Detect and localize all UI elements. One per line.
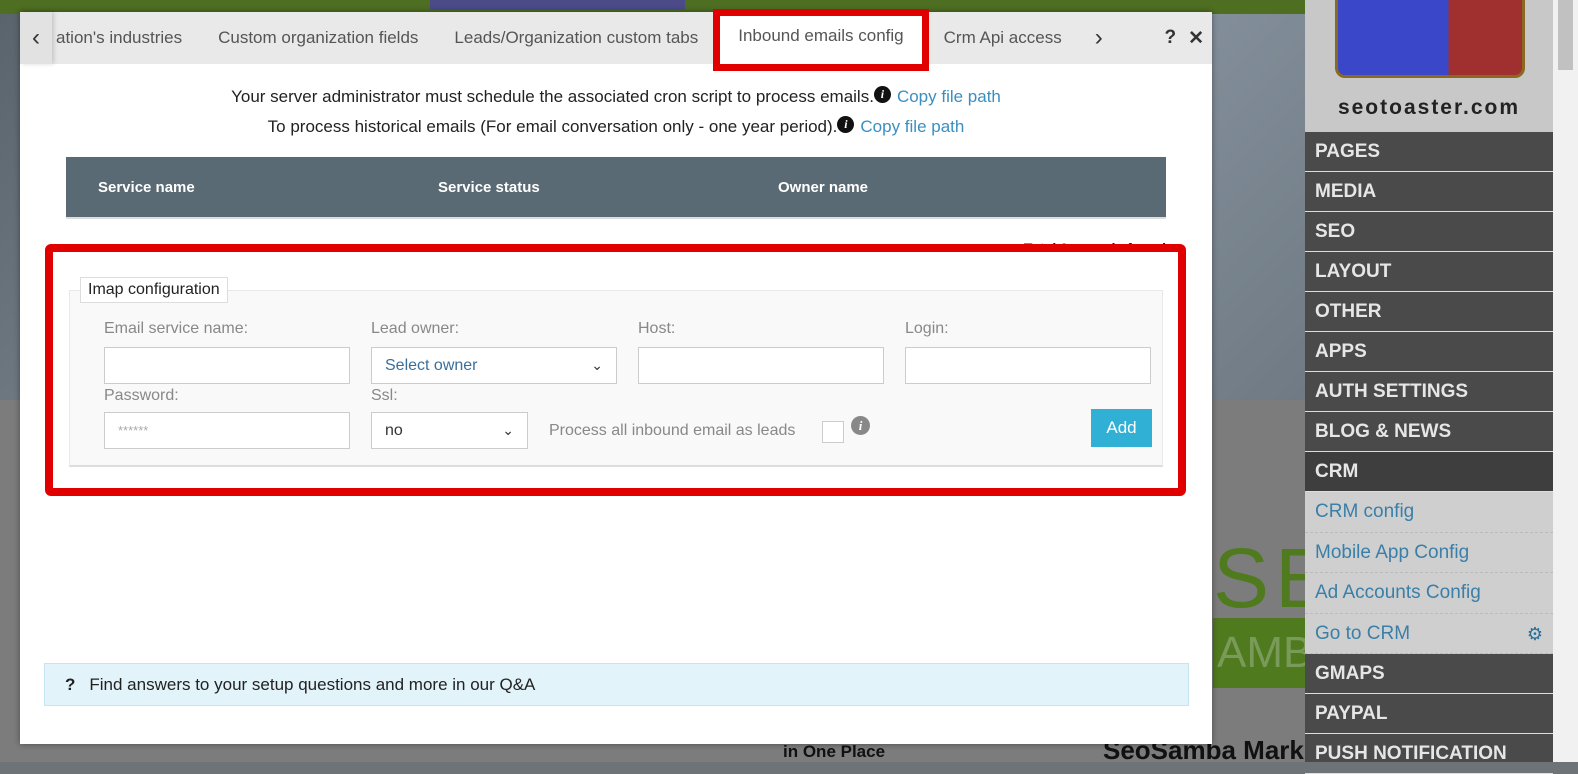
sidebar-sub-go-to-crm[interactable]: Go to CRM ⚙ bbox=[1305, 613, 1553, 654]
help-icon[interactable]: ? bbox=[1164, 27, 1176, 49]
lead-owner-value: Select owner bbox=[385, 356, 478, 374]
historical-info-text: To process historical emails (For email … bbox=[267, 117, 838, 136]
tab-custom-organization-fields[interactable]: Custom organization fields bbox=[200, 12, 436, 64]
chevron-down-icon: ⌄ bbox=[502, 422, 514, 438]
host-label: Host: bbox=[638, 320, 676, 337]
sidebar-sub-crm-config[interactable]: CRM config bbox=[1305, 492, 1553, 533]
info-icon[interactable]: i bbox=[851, 416, 870, 435]
add-button[interactable]: Add bbox=[1091, 409, 1152, 447]
tab-crm-api-access[interactable]: Crm Api access bbox=[926, 12, 1080, 64]
services-table-header: Service name Service status Owner name bbox=[66, 157, 1166, 219]
ssl-select[interactable]: no ⌄ bbox=[371, 412, 528, 449]
tab-organization-industries[interactable]: ation's industries bbox=[52, 12, 200, 64]
sidebar-item-apps[interactable]: APPS bbox=[1305, 332, 1553, 372]
host-input[interactable] bbox=[638, 347, 884, 384]
question-icon: ? bbox=[65, 674, 76, 694]
sidebar-sub-ad-accounts-config[interactable]: Ad Accounts Config bbox=[1305, 573, 1553, 614]
imap-configuration-fieldset: Imap configuration Email service name: L… bbox=[69, 277, 1163, 467]
seotoaster-logo[interactable]: seotoaster.com bbox=[1305, 0, 1553, 132]
imap-legend: Imap configuration bbox=[80, 277, 228, 303]
sidebar-item-media[interactable]: MEDIA bbox=[1305, 172, 1553, 212]
sidebar-item-layout[interactable]: LAYOUT bbox=[1305, 252, 1553, 292]
page-scrollbar[interactable] bbox=[1553, 0, 1578, 762]
process-as-leads-checkbox[interactable] bbox=[822, 421, 844, 443]
sidebar-item-crm[interactable]: CRM bbox=[1305, 452, 1553, 492]
info-icon[interactable]: i bbox=[873, 86, 891, 103]
sidebar-item-gmaps[interactable]: GMAPS bbox=[1305, 654, 1553, 694]
tabs-scroll-right-icon[interactable]: › bbox=[1080, 12, 1118, 64]
sidebar-item-pages[interactable]: PAGES bbox=[1305, 132, 1553, 172]
login-input[interactable] bbox=[905, 347, 1151, 384]
crm-config-modal: ‹ ation's industries Custom organization… bbox=[20, 9, 1212, 744]
lead-owner-label: Lead owner: bbox=[371, 320, 460, 337]
admin-sidebar: seotoaster.com PAGES MEDIA SEO LAYOUT OT… bbox=[1305, 0, 1553, 774]
column-service-name: Service name bbox=[98, 178, 195, 196]
sidebar-item-auth-settings[interactable]: AUTH SETTINGS bbox=[1305, 372, 1553, 412]
scrollbar-thumb[interactable] bbox=[1558, 0, 1573, 70]
ssl-label: Ssl: bbox=[371, 387, 398, 404]
gear-icon: ⚙ bbox=[1526, 623, 1543, 644]
cron-info: Your server administrator must schedule … bbox=[20, 86, 1212, 108]
sidebar-item-push-notification[interactable]: PUSH NOTIFICATION bbox=[1305, 734, 1553, 774]
qa-text: Find answers to your setup questions and… bbox=[89, 674, 536, 694]
sidebar-item-other[interactable]: OTHER bbox=[1305, 292, 1553, 332]
email-service-input[interactable] bbox=[104, 347, 350, 384]
qa-banner[interactable]: ? Find answers to your setup questions an… bbox=[44, 663, 1189, 706]
password-input[interactable]: ****** bbox=[104, 412, 350, 449]
imap-highlight: Imap configuration Email service name: L… bbox=[45, 244, 1186, 496]
tabs-scroll-left-icon[interactable]: ‹ bbox=[20, 12, 52, 64]
bg-amb-text: AMB bbox=[1213, 618, 1305, 688]
password-label: Password: bbox=[104, 387, 179, 404]
go-to-crm-label: Go to CRM bbox=[1315, 622, 1411, 644]
sidebar-sub-mobile-app-config[interactable]: Mobile App Config bbox=[1305, 532, 1553, 573]
ssl-value: no bbox=[385, 421, 403, 439]
process-as-leads-label: Process all inbound email as leads bbox=[549, 422, 796, 439]
email-service-label: Email service name: bbox=[104, 320, 249, 337]
sidebar-item-seo[interactable]: SEO bbox=[1305, 212, 1553, 252]
tab-leads-organization-custom-tabs[interactable]: Leads/Organization custom tabs bbox=[436, 12, 716, 64]
copy-file-path-link-2[interactable]: Copy file path bbox=[860, 117, 964, 136]
sidebar-item-blog-news[interactable]: BLOG & NEWS bbox=[1305, 412, 1553, 452]
close-icon[interactable]: ✕ bbox=[1188, 27, 1204, 50]
toaster-image bbox=[1335, 0, 1525, 78]
sidebar-item-paypal[interactable]: PAYPAL bbox=[1305, 694, 1553, 734]
tab-bar: ‹ ation's industries Custom organization… bbox=[20, 9, 1212, 71]
column-service-status: Service status bbox=[438, 178, 540, 196]
tab-inbound-emails-config[interactable]: Inbound emails config bbox=[713, 9, 929, 71]
historical-info: To process historical emails (For email … bbox=[20, 116, 1212, 138]
login-label: Login: bbox=[905, 320, 949, 337]
copy-file-path-link[interactable]: Copy file path bbox=[897, 87, 1001, 106]
info-icon[interactable]: i bbox=[837, 116, 855, 133]
cron-info-text: Your server administrator must schedule … bbox=[231, 87, 874, 106]
lead-owner-select[interactable]: Select owner ⌄ bbox=[371, 347, 617, 384]
logo-text: seotoaster.com bbox=[1337, 96, 1521, 119]
column-owner-name: Owner name bbox=[778, 178, 869, 196]
chevron-down-icon: ⌄ bbox=[591, 357, 603, 373]
page-nav-bg bbox=[430, 0, 685, 10]
bg-text-2: in One Place bbox=[783, 742, 886, 761]
